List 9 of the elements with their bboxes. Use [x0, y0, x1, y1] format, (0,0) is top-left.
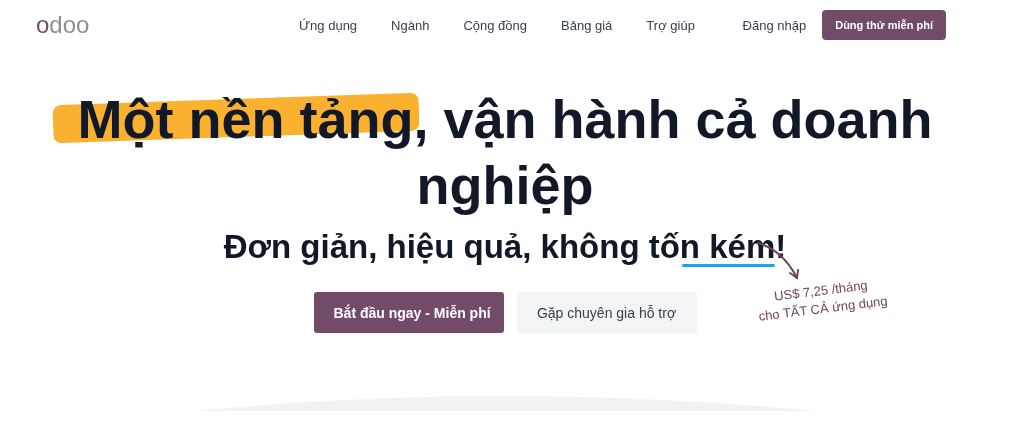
- start-button[interactable]: Bắt đầu ngay - Miễn phí: [313, 292, 504, 333]
- free-trial-button[interactable]: Dùng thử miễn phí: [822, 10, 946, 40]
- nav-link[interactable]: Cộng đồng: [446, 17, 545, 33]
- nav-link[interactable]: Ứng dụng: [282, 17, 375, 33]
- nav-link[interactable]: Bảng giá: [544, 17, 630, 33]
- contact-button[interactable]: Gặp chuyên gia hỗ trợ: [516, 292, 697, 333]
- login-link[interactable]: Đăng nhập: [742, 17, 807, 33]
- nav-link[interactable]: Ngành: [374, 17, 447, 33]
- nav-link[interactable]: Trợ giúp: [629, 17, 712, 33]
